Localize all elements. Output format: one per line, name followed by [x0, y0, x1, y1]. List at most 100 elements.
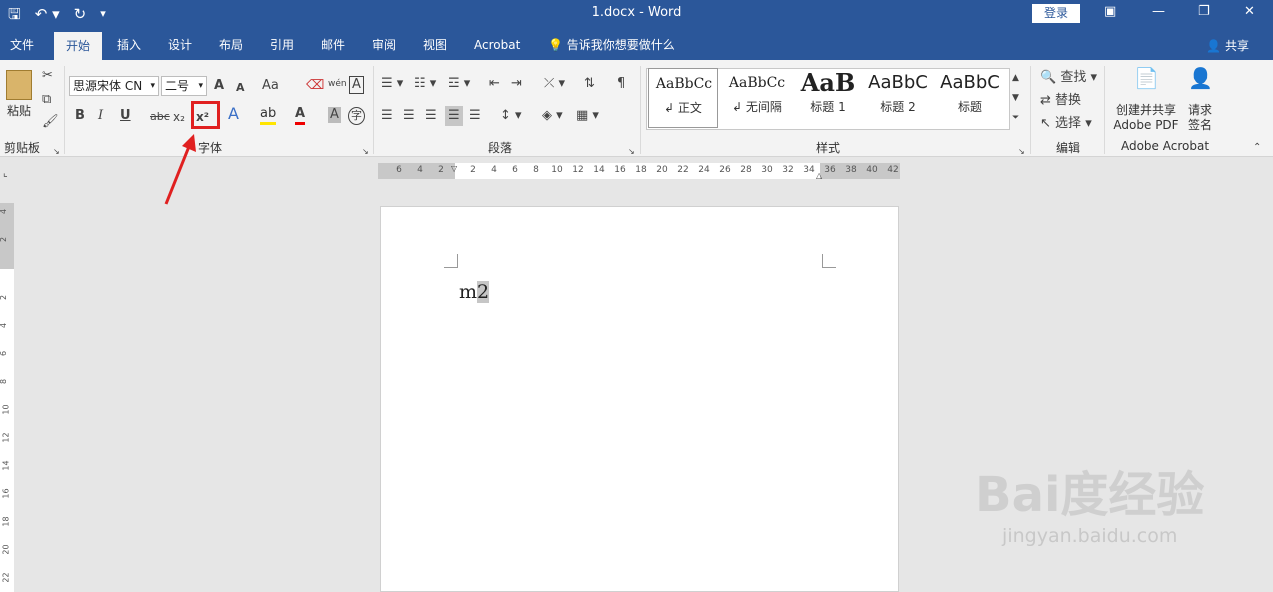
find-label: 查找 — [1060, 70, 1087, 85]
increase-indent-icon[interactable]: ⇥ — [511, 76, 522, 92]
ruler-tick-label: 4 — [0, 323, 8, 328]
style-heading-2[interactable]: AaBbC 标题 2 — [866, 68, 930, 128]
italic-icon[interactable]: I — [98, 108, 103, 124]
align-left-icon[interactable]: ☰ — [381, 108, 393, 124]
style-heading-1[interactable]: AaB 标题 1 — [796, 68, 860, 128]
font-launcher-icon[interactable]: ↘ — [362, 144, 369, 160]
tab-review[interactable]: 审阅 — [370, 30, 398, 60]
character-border-icon[interactable]: A — [349, 76, 364, 94]
align-center-icon[interactable]: ☰ — [403, 108, 415, 124]
cut-icon[interactable]: ✂ — [42, 68, 53, 84]
tab-references[interactable]: 引用 — [268, 30, 296, 60]
borders-icon[interactable]: ▦ ▾ — [576, 108, 599, 124]
font-size-combo[interactable]: 二号 ▾ — [161, 76, 207, 96]
paragraph-launcher-icon[interactable]: ↘ — [628, 144, 635, 160]
phonetic-guide-icon[interactable]: wén — [328, 76, 347, 92]
sort-icon[interactable]: ⇅ — [584, 76, 595, 92]
lightbulb-icon: 💡 — [548, 38, 563, 52]
collapse-ribbon-icon[interactable]: ⌃ — [1253, 140, 1261, 156]
style-sample: AaB — [800, 68, 856, 97]
tab-mailings[interactable]: 邮件 — [319, 30, 347, 60]
chevron-down-icon: ▾ — [198, 81, 203, 91]
title-bar: 🖫 ↶ ▾ ↻ ▾ 1.docx - Word 登录 ▣ — ❐ ✕ — [0, 0, 1273, 30]
minimize-icon[interactable]: — — [1152, 4, 1165, 19]
tab-file[interactable]: 文件 — [8, 30, 36, 60]
tab-view[interactable]: 视图 — [421, 30, 449, 60]
style-no-spacing[interactable]: AaBbCc ↲ 无间隔 — [722, 68, 792, 128]
shading-icon[interactable]: ◈ ▾ — [542, 108, 563, 124]
request-signature-button[interactable]: 请求 签名 — [1184, 103, 1216, 133]
chevron-down-icon: ▾ — [150, 81, 155, 91]
tab-acrobat[interactable]: Acrobat — [472, 30, 522, 60]
bullets-icon[interactable]: ☰ ▾ — [381, 76, 403, 92]
watermark-url: jingyan.baidu.com — [1002, 525, 1178, 547]
tab-design[interactable]: 设计 — [166, 30, 194, 60]
text-effects-icon[interactable]: A — [228, 106, 239, 122]
justify-icon[interactable]: ☰ — [445, 106, 463, 126]
horizontal-ruler[interactable]: 6 4 2 2 4 6 8 10 12 14 16 18 20 22 24 26 28 30 32 34 36 38 40 4… — [378, 161, 900, 180]
align-right-icon[interactable]: ☰ — [425, 108, 437, 124]
style-name: 标题 1 — [810, 100, 846, 114]
font-color-icon[interactable]: A — [295, 106, 306, 125]
document-text[interactable]: m2 — [459, 281, 490, 303]
tab-selector-icon[interactable]: ⌞ — [3, 166, 8, 182]
ruler-tick-label: 6 — [0, 351, 8, 356]
right-indent-marker[interactable]: △ — [816, 168, 822, 184]
enclose-characters-icon[interactable]: 字 — [348, 107, 365, 125]
ruler-tick-label: 16 — [1, 488, 11, 499]
font-name-combo[interactable]: 思源宋体 CN ▾ — [69, 76, 159, 96]
style-normal[interactable]: AaBbCc ↲ 正文 — [648, 68, 718, 128]
highlight-color-icon[interactable]: ab — [260, 106, 277, 125]
distributed-icon[interactable]: ☰ — [469, 108, 481, 124]
ruler-tick-label: 34 — [803, 165, 815, 175]
character-shading-icon[interactable]: A — [328, 107, 341, 123]
ribbon-display-icon[interactable]: ▣ — [1104, 4, 1116, 19]
tell-me-search[interactable]: 💡 告诉我你想要做什么 — [546, 30, 677, 60]
clear-format-icon[interactable]: ⌫ — [306, 78, 324, 94]
decrease-indent-icon[interactable]: ⇤ — [489, 76, 500, 92]
styles-group-label: 样式 — [815, 141, 840, 155]
create-pdf-button[interactable]: 创建并共享 Adobe PDF — [1110, 103, 1182, 133]
vertical-ruler[interactable]: 42246810121416182022 — [0, 203, 14, 592]
format-painter-icon[interactable]: 🖌 — [42, 114, 59, 130]
gallery-scroll-icon[interactable]: ▲ ▼ ⏷ — [1012, 68, 1019, 128]
copy-icon[interactable]: ⧉ — [42, 92, 51, 108]
style-name: ↲ 无间隔 — [732, 100, 782, 114]
find-button[interactable]: 🔍 查找 ▾ — [1040, 70, 1097, 86]
styles-launcher-icon[interactable]: ↘ — [1018, 144, 1025, 160]
ruler-tick-label: 28 — [740, 165, 752, 175]
tab-home[interactable]: 开始 — [54, 32, 103, 60]
tab-insert[interactable]: 插入 — [115, 30, 143, 60]
show-formatting-icon[interactable]: ¶ — [617, 76, 625, 92]
close-icon[interactable]: ✕ — [1244, 4, 1255, 19]
search-icon: 🔍 — [1040, 70, 1057, 85]
underline-icon[interactable]: U — [120, 108, 131, 124]
tab-layout[interactable]: 布局 — [217, 30, 245, 60]
paste-label[interactable]: 粘贴 — [4, 102, 34, 119]
share-button[interactable]: 👤 共享 — [1206, 37, 1249, 54]
grow-font-icon[interactable]: A — [214, 78, 224, 94]
strikethrough-icon[interactable]: abc — [150, 109, 170, 125]
line-spacing-icon[interactable]: ↕ ▾ — [500, 108, 522, 124]
login-button[interactable]: 登录 — [1032, 4, 1080, 23]
editing-group-label: 编辑 — [1055, 141, 1080, 155]
replace-button[interactable]: ⇄ 替换 — [1040, 93, 1081, 109]
style-title[interactable]: AaBbC 标题 — [938, 68, 1002, 128]
style-sample: AaBbC — [868, 72, 928, 93]
bold-icon[interactable]: B — [75, 108, 85, 124]
change-case-icon[interactable]: Aa — [262, 78, 279, 94]
select-button[interactable]: ↖ 选择 ▾ — [1040, 116, 1092, 132]
paste-icon[interactable] — [6, 70, 32, 100]
chinese-layout-icon[interactable]: ⤫ ▾ — [544, 76, 565, 92]
ruler-tick-label: 2 — [438, 165, 444, 175]
shrink-font-icon[interactable]: A — [236, 80, 245, 96]
ruler-tick-label: 2 — [0, 237, 8, 242]
document-page[interactable]: m2 — [380, 206, 899, 592]
acrobat-group-label: Adobe Acrobat — [1120, 139, 1210, 153]
first-line-indent-marker[interactable]: ▽ — [451, 161, 457, 177]
numbering-icon[interactable]: ☷ ▾ — [414, 76, 436, 92]
subscript-icon[interactable]: x₂ — [173, 109, 185, 125]
restore-icon[interactable]: ❐ — [1198, 4, 1210, 19]
clipboard-launcher-icon[interactable]: ↘ — [53, 144, 60, 160]
multilevel-list-icon[interactable]: ☲ ▾ — [448, 76, 470, 92]
